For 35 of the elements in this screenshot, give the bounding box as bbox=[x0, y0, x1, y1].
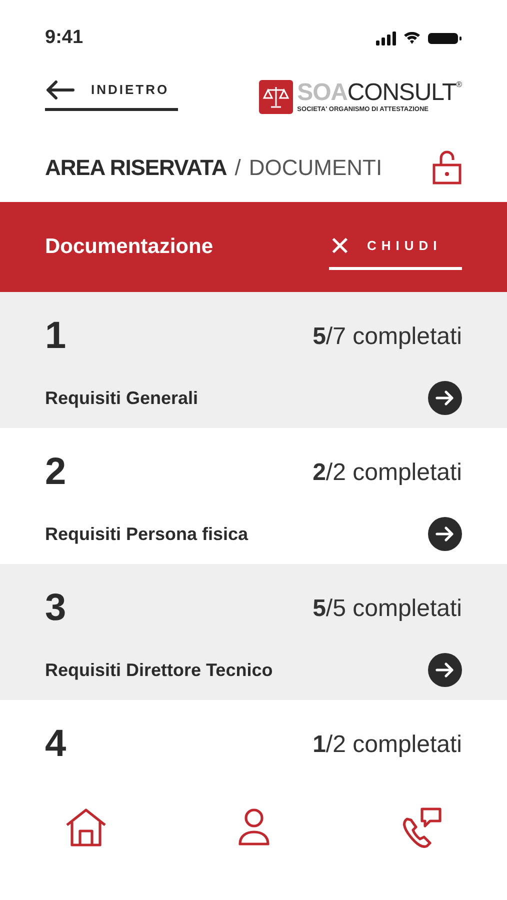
document-category-card[interactable]: 3 5/5 completati Requisiti Direttore Tecnico bbox=[0, 564, 507, 700]
registered-mark: ® bbox=[456, 80, 462, 89]
close-button[interactable]: ✕ CHIUDI bbox=[329, 224, 462, 270]
battery-icon bbox=[428, 32, 462, 44]
arrow-right-icon[interactable] bbox=[428, 381, 462, 415]
back-button[interactable]: INDIETRO bbox=[45, 80, 178, 111]
category-number: 1 bbox=[45, 314, 66, 359]
unlocked-padlock-icon[interactable] bbox=[432, 149, 462, 185]
arrow-right-icon[interactable] bbox=[428, 653, 462, 687]
document-category-card[interactable]: 1 5/7 completati Requisiti Generali bbox=[0, 292, 507, 428]
progress-count: 5/7 completati bbox=[312, 322, 462, 352]
category-name: Requisiti Generali bbox=[45, 386, 198, 410]
progress-count: 2/2 completati bbox=[312, 458, 462, 488]
category-number: 2 bbox=[45, 450, 66, 495]
progress-count: 1/2 completati bbox=[312, 730, 462, 760]
logo-text-dark: CONSULT bbox=[347, 80, 456, 105]
progress-count: 5/5 completati bbox=[312, 594, 462, 624]
wifi-icon bbox=[404, 32, 420, 44]
arrow-left-icon bbox=[45, 80, 75, 100]
category-name: Requisiti Persona fisica bbox=[45, 522, 248, 546]
breadcrumb-section: AREA RISERVATA bbox=[45, 150, 227, 184]
arrow-right-icon[interactable] bbox=[428, 517, 462, 551]
category-number: 4 bbox=[45, 722, 66, 767]
category-number: 3 bbox=[45, 586, 66, 631]
signal-icon bbox=[376, 30, 396, 46]
breadcrumb-page: DOCUMENTI bbox=[248, 154, 382, 182]
panel-title: Documentazione bbox=[45, 234, 214, 260]
scales-logo-icon bbox=[259, 80, 294, 114]
category-name: Requisiti Direttore Tecnico bbox=[45, 658, 273, 682]
phone-chat-icon[interactable] bbox=[400, 807, 442, 849]
home-icon[interactable] bbox=[65, 807, 107, 847]
breadcrumb-separator: / bbox=[234, 154, 241, 182]
user-icon[interactable] bbox=[236, 807, 270, 847]
logo-text-light: SOA bbox=[297, 80, 348, 105]
status-time: 9:41 bbox=[45, 26, 84, 50]
